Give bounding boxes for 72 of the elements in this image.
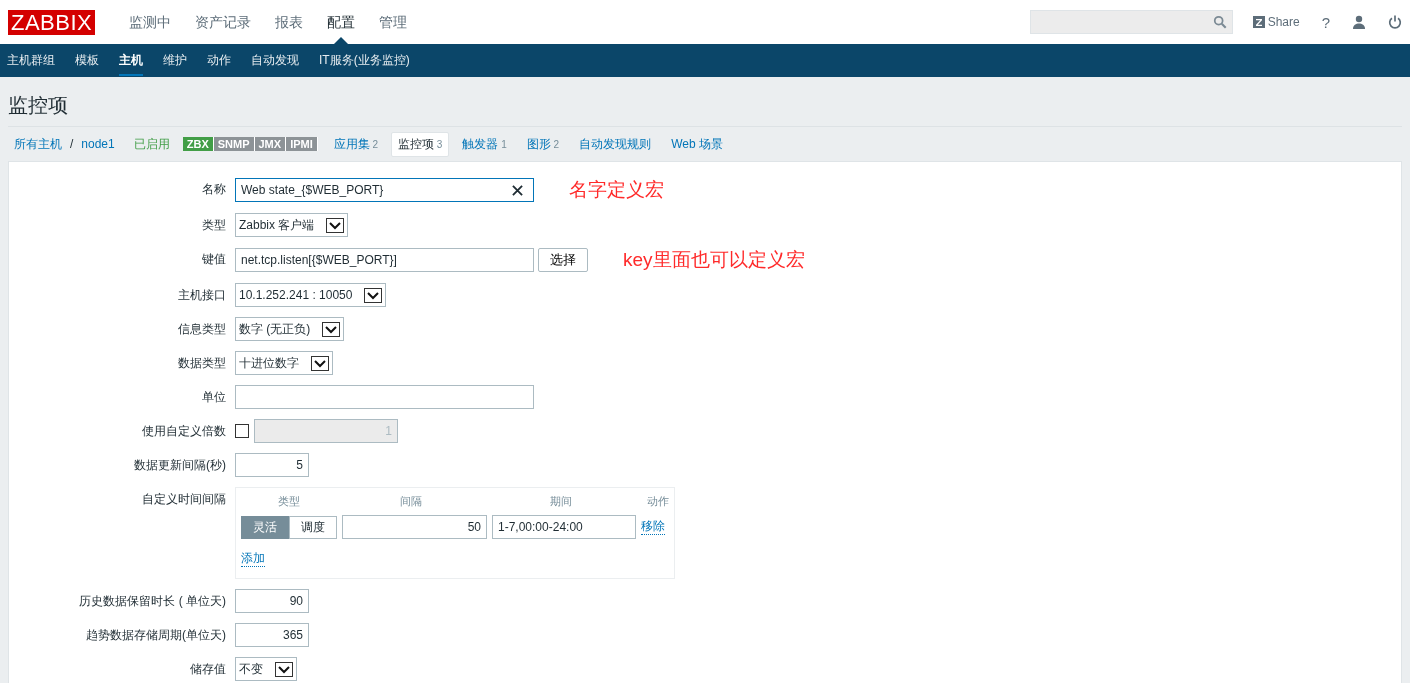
user-icon[interactable] bbox=[1352, 15, 1366, 29]
field-label: 名称 bbox=[201, 181, 227, 198]
z-logo-icon bbox=[1252, 16, 1265, 28]
select-field[interactable]: 不变 bbox=[235, 657, 297, 681]
availability-badge: JMX bbox=[254, 137, 287, 151]
interval-field[interactable]: 50 bbox=[342, 515, 487, 539]
column-header: 期间 bbox=[549, 494, 573, 509]
text-field[interactable]: net.tcp.listen[{$WEB_PORT}] bbox=[235, 248, 534, 272]
availability-badge: SNMP bbox=[213, 137, 255, 151]
sub-nav-item[interactable]: 模板 bbox=[68, 44, 112, 77]
page-title: 监控项 bbox=[8, 77, 1402, 127]
select-field[interactable]: 数字 (无正负) bbox=[235, 317, 345, 341]
breadcrumb-link[interactable]: 所有主机 bbox=[14, 135, 62, 153]
host-tab[interactable]: 应用集 2 bbox=[326, 131, 386, 157]
annotation-text: 名字定义宏 bbox=[569, 178, 664, 202]
field-label: 使用自定义倍数 bbox=[141, 423, 227, 440]
number-field[interactable]: 365 bbox=[235, 623, 309, 647]
availability-badge: ZBX bbox=[182, 137, 214, 151]
breadcrumb-separator: / bbox=[70, 137, 74, 151]
sub-nav-item[interactable]: 自动发现 bbox=[244, 44, 312, 77]
sub-nav-item[interactable]: 主机 bbox=[112, 44, 156, 77]
column-header: 动作 bbox=[647, 494, 669, 509]
top-nav-item[interactable]: 管理 bbox=[367, 0, 420, 44]
select-field[interactable]: Zabbix 客户端 bbox=[235, 213, 349, 237]
field-label: 信息类型 bbox=[177, 321, 227, 338]
checkbox[interactable] bbox=[235, 424, 249, 438]
search-field[interactable] bbox=[1029, 10, 1233, 34]
host-tab[interactable]: 自动发现规则 bbox=[572, 131, 659, 157]
field-label: 数据类型 bbox=[177, 355, 227, 372]
remove-link[interactable]: 移除 bbox=[641, 519, 665, 535]
power-icon[interactable] bbox=[1388, 15, 1402, 29]
select-field[interactable]: 十进位数字 bbox=[235, 351, 333, 375]
field-label: 主机接口 bbox=[177, 287, 227, 304]
column-header: 间隔 bbox=[399, 494, 423, 509]
field-label: 类型 bbox=[201, 217, 227, 234]
number-field[interactable]: 5 bbox=[235, 453, 309, 477]
help-link[interactable]: ? bbox=[1321, 13, 1330, 31]
annotation-text: key里面也可以定义宏 bbox=[623, 248, 805, 272]
breadcrumb-link[interactable]: node1 bbox=[81, 137, 115, 151]
number-field[interactable]: 90 bbox=[235, 589, 309, 613]
clear-icon[interactable] bbox=[512, 184, 523, 196]
top-nav-item[interactable]: 配置 bbox=[315, 0, 368, 44]
host-tab[interactable]: Web 场景 bbox=[664, 131, 730, 157]
top-nav-item[interactable]: 资产记录 bbox=[183, 0, 264, 44]
field-label: 储存值 bbox=[189, 661, 227, 678]
search-icon bbox=[1212, 15, 1227, 29]
select-button[interactable]: 选择 bbox=[538, 248, 588, 272]
period-field[interactable]: 1-7,00:00-24:00 bbox=[492, 515, 636, 539]
field-label: 键值 bbox=[201, 251, 227, 268]
field-label: 趋势数据存储周期(单位天) bbox=[85, 627, 227, 644]
sub-nav-item[interactable]: 主机群组 bbox=[0, 44, 68, 77]
field-label: 数据更新间隔(秒) bbox=[133, 457, 227, 474]
field-label: 单位 bbox=[201, 389, 227, 406]
text-field[interactable]: Web state_{$WEB_PORT} bbox=[235, 178, 534, 202]
column-header: 类型 bbox=[276, 494, 301, 509]
field-label: 历史数据保留时长 ( 单位天) bbox=[78, 593, 227, 610]
add-link[interactable]: 添加 bbox=[241, 551, 265, 567]
availability-badge: IPMI bbox=[286, 137, 318, 151]
host-tab[interactable]: 触发器 1 bbox=[455, 131, 514, 157]
host-tab[interactable]: 图形 2 bbox=[519, 131, 567, 157]
top-nav-item[interactable]: 监测中 bbox=[117, 0, 184, 44]
sub-nav-item[interactable]: 维护 bbox=[156, 44, 200, 77]
select-field[interactable]: 10.1.252.241 : 10050 bbox=[235, 283, 387, 307]
sub-nav-item[interactable]: IT服务(业务监控) bbox=[312, 44, 423, 77]
field-label: 自定义时间间隔 bbox=[141, 491, 227, 508]
share-link[interactable]: Share bbox=[1252, 15, 1300, 29]
mode-toggle[interactable]: 调度 bbox=[289, 515, 337, 539]
text-field[interactable] bbox=[235, 385, 534, 409]
sub-nav-item[interactable]: 动作 bbox=[200, 44, 244, 77]
host-tab[interactable]: 监控项 3 bbox=[391, 131, 450, 157]
zabbix-logo[interactable]: ZABBIX bbox=[8, 9, 96, 35]
top-nav-item[interactable]: 报表 bbox=[263, 0, 316, 44]
